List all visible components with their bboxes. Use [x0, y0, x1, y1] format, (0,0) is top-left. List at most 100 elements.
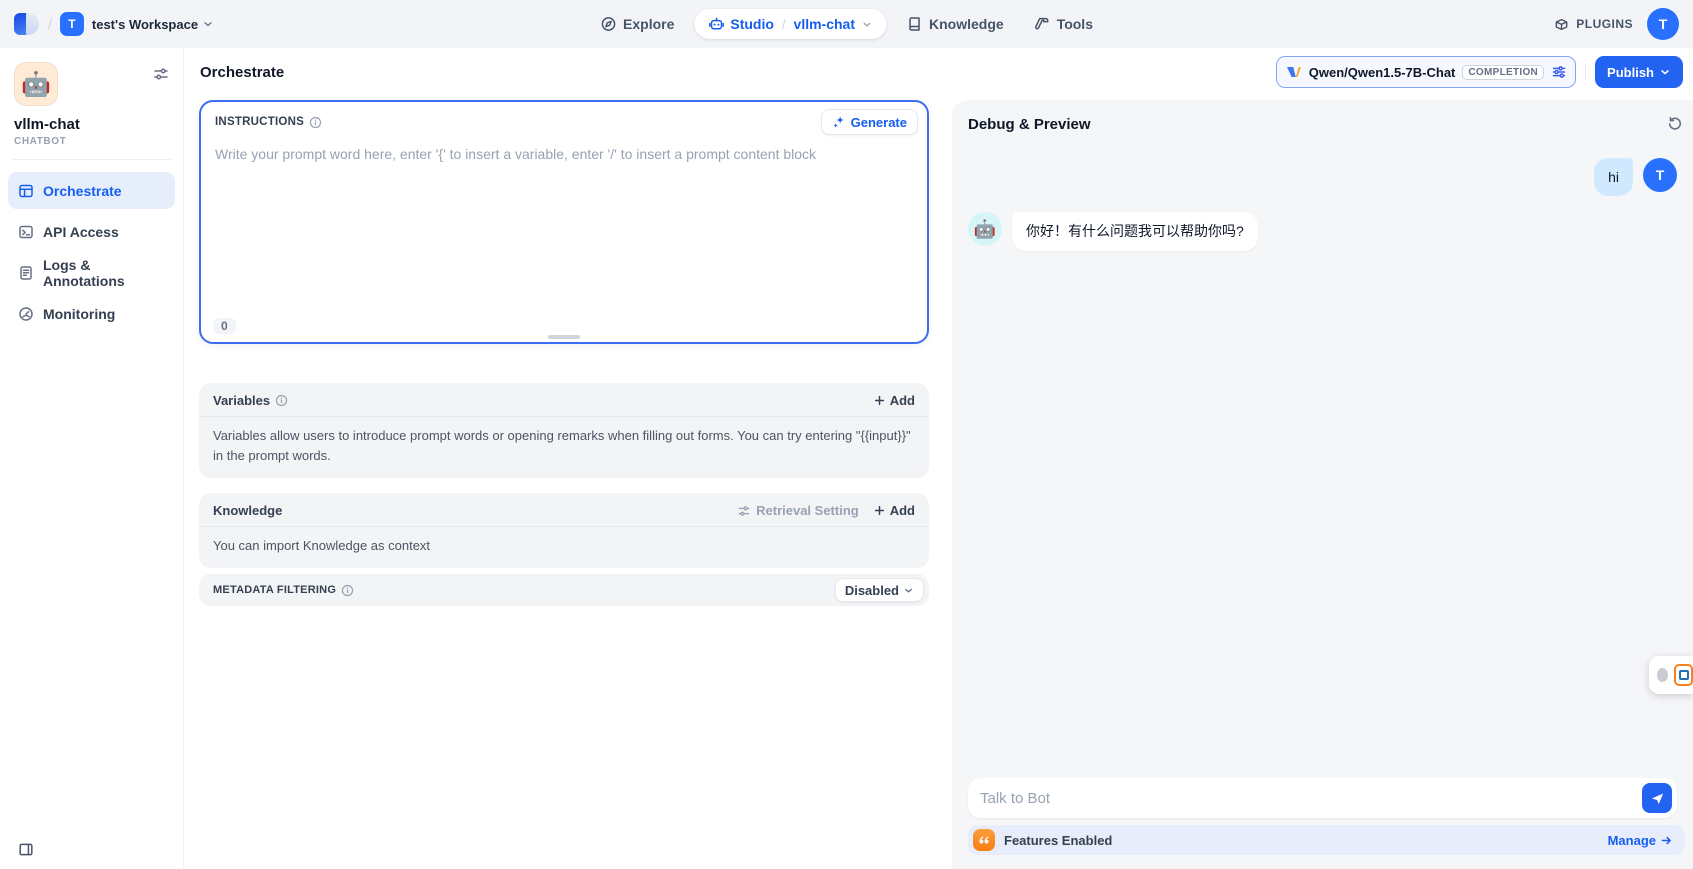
- nav-knowledge-label: Knowledge: [929, 16, 1004, 32]
- workspace-name: test's Workspace: [92, 17, 198, 32]
- sidebar-item-orchestrate[interactable]: Orchestrate: [8, 172, 175, 209]
- resize-handle[interactable]: [548, 335, 580, 339]
- bot-message-bubble: 你好！有什么问题我可以帮助你吗?: [1012, 212, 1258, 250]
- plus-icon: [873, 394, 886, 407]
- chevron-down-icon: [903, 585, 914, 596]
- sidebar-item-label: Monitoring: [43, 306, 115, 322]
- model-config-sliders-icon[interactable]: [1551, 64, 1567, 80]
- generate-button[interactable]: Generate: [821, 109, 918, 135]
- knowledge-title: Knowledge: [213, 503, 282, 518]
- generate-label: Generate: [851, 115, 907, 130]
- chevron-down-icon[interactable]: [861, 19, 872, 30]
- sidebar-item-label: API Access: [43, 224, 119, 240]
- model-mode-badge: COMPLETION: [1462, 65, 1544, 80]
- metadata-filtering-toggle[interactable]: Disabled: [835, 578, 924, 602]
- vllm-logo-icon: [1286, 65, 1302, 79]
- dify-logo[interactable]: [14, 13, 40, 35]
- metadata-filtering-value: Disabled: [845, 583, 899, 598]
- logs-icon: [18, 265, 34, 281]
- sidebar-item-monitoring[interactable]: Monitoring: [8, 295, 175, 332]
- retrieval-setting-label: Retrieval Setting: [756, 503, 859, 518]
- sidebar-item-api-access[interactable]: API Access: [8, 213, 175, 250]
- prompt-input[interactable]: [215, 146, 913, 338]
- sidebar-item-label: Orchestrate: [43, 183, 122, 199]
- chevron-down-icon: [1659, 66, 1671, 78]
- add-label: Add: [890, 393, 915, 408]
- app-avatar: 🤖: [14, 62, 58, 106]
- knowledge-panel: Knowledge Retrieval Setting Add You can …: [199, 493, 929, 568]
- info-icon[interactable]: [309, 116, 322, 129]
- manage-label: Manage: [1608, 833, 1656, 848]
- send-icon: [1650, 791, 1665, 806]
- user-chat-avatar: T: [1643, 158, 1677, 192]
- robot-icon: [708, 16, 724, 32]
- model-selector[interactable]: Qwen/Qwen1.5-7B-Chat COMPLETION: [1276, 56, 1576, 88]
- debug-preview-panel: Debug & Preview T hi 🤖 你好！有什么问题我可以帮助你吗? …: [952, 100, 1693, 869]
- extension-icon[interactable]: [1674, 664, 1693, 686]
- explore-icon: [600, 16, 616, 32]
- app-settings-icon[interactable]: [153, 66, 169, 82]
- publish-label: Publish: [1607, 65, 1654, 80]
- variables-panel: Variables Add Variables allow users to i…: [199, 383, 929, 478]
- instructions-panel: INSTRUCTIONS Generate 0: [199, 100, 929, 344]
- sidebar-divider: [12, 159, 171, 160]
- workspace-switcher[interactable]: test's Workspace: [92, 17, 214, 32]
- nav-current-app[interactable]: vllm-chat: [794, 16, 855, 32]
- arrow-right-icon: [1660, 834, 1673, 847]
- add-label: Add: [890, 503, 915, 518]
- orchestrate-config-column: INSTRUCTIONS Generate 0 Variables: [199, 100, 929, 606]
- user-avatar[interactable]: T: [1647, 8, 1679, 40]
- debug-preview-title: Debug & Preview: [968, 116, 1091, 133]
- chat-message-bot: 🤖 你好！有什么问题我可以帮助你吗?: [952, 212, 1693, 250]
- app-sidebar: 🤖 vllm-chat CHATBOT Orchestrate API Acce…: [0, 48, 184, 869]
- nav-studio-active[interactable]: Studio / vllm-chat: [694, 9, 886, 39]
- plus-icon: [873, 504, 886, 517]
- nav-tools[interactable]: Tools: [1024, 9, 1103, 39]
- publish-button[interactable]: Publish: [1595, 56, 1683, 88]
- package-icon: [1554, 17, 1569, 32]
- page-title: Orchestrate: [200, 64, 284, 81]
- add-variable-button[interactable]: Add: [873, 393, 915, 408]
- nav-separator: /: [780, 17, 788, 32]
- manage-features-link[interactable]: Manage: [1608, 833, 1673, 848]
- restart-conversation-icon[interactable]: [1665, 114, 1685, 134]
- variables-description: Variables allow users to introduce promp…: [199, 417, 929, 478]
- orchestrate-icon: [18, 183, 34, 199]
- chat-input-container: [968, 778, 1677, 818]
- features-bar: Features Enabled Manage: [968, 825, 1685, 855]
- nav-explore-label: Explore: [623, 16, 674, 32]
- breadcrumb-slash: /: [48, 16, 52, 32]
- bot-chat-avatar: 🤖: [968, 212, 1002, 246]
- knowledge-icon: [906, 16, 922, 32]
- browser-extension-widget[interactable]: [1649, 656, 1693, 694]
- workspace-avatar[interactable]: T: [60, 12, 84, 36]
- sparkles-icon: [832, 115, 846, 129]
- tools-icon: [1034, 16, 1050, 32]
- top-navbar: / T test's Workspace Explore Studio / vl…: [0, 0, 1693, 48]
- add-knowledge-button[interactable]: Add: [873, 503, 915, 518]
- model-name: Qwen/Qwen1.5-7B-Chat: [1309, 65, 1456, 80]
- user-message-bubble: hi: [1594, 158, 1633, 196]
- nav-explore[interactable]: Explore: [590, 9, 684, 39]
- chat-input[interactable]: [980, 790, 1642, 807]
- instructions-title: INSTRUCTIONS: [215, 116, 304, 128]
- info-icon[interactable]: [275, 394, 288, 407]
- collapse-sidebar-icon[interactable]: [18, 842, 34, 857]
- metadata-filtering-row: METADATA FILTERING Disabled: [199, 574, 929, 606]
- retrieval-setting-button[interactable]: Retrieval Setting: [737, 503, 859, 518]
- app-type-badge: CHATBOT: [14, 136, 169, 147]
- variables-title: Variables: [213, 393, 270, 408]
- header-divider: [1585, 65, 1586, 79]
- sidebar-item-logs-annotations[interactable]: Logs & Annotations: [8, 254, 175, 291]
- chat-message-user: T hi: [952, 158, 1693, 196]
- metadata-filtering-title: METADATA FILTERING: [213, 584, 336, 596]
- chevron-down-icon: [202, 18, 214, 30]
- plugins-label: PLUGINS: [1576, 17, 1633, 31]
- widget-dot[interactable]: [1657, 668, 1668, 682]
- plugins-button[interactable]: PLUGINS: [1554, 17, 1633, 32]
- info-icon[interactable]: [341, 584, 354, 597]
- main-area: Orchestrate Qwen/Qwen1.5-7B-Chat COMPLET…: [184, 48, 1693, 869]
- send-button[interactable]: [1642, 783, 1672, 813]
- nav-tools-label: Tools: [1057, 16, 1093, 32]
- nav-knowledge[interactable]: Knowledge: [896, 9, 1014, 39]
